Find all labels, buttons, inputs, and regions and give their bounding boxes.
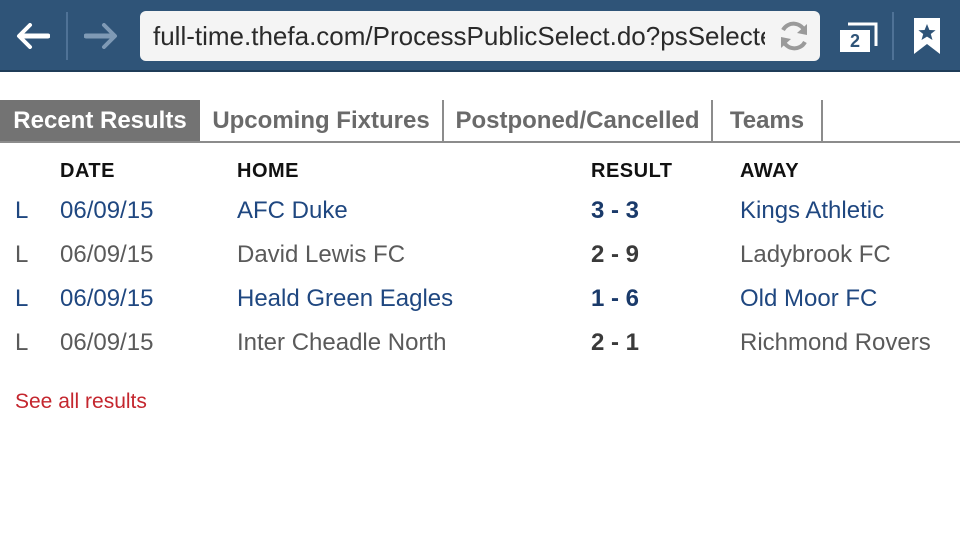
reload-button[interactable]	[776, 18, 812, 54]
url-bar[interactable]: full-time.thefa.com/ProcessPublicSelect.…	[140, 11, 820, 61]
tab-teams[interactable]: Teams	[713, 100, 821, 141]
toolbar-divider	[892, 12, 894, 60]
see-all-results-link[interactable]: See all results	[15, 390, 147, 414]
tab-divider	[821, 100, 823, 141]
bookmark-star-icon	[914, 18, 940, 54]
column-header-home: HOME	[237, 160, 299, 182]
match-date[interactable]: 06/09/15	[60, 191, 153, 231]
forward-arrow-icon	[84, 23, 117, 49]
home-team-link[interactable]: AFC Duke	[237, 191, 348, 231]
home-team-name: David Lewis FC	[237, 241, 406, 268]
result-flag: L	[15, 241, 29, 268]
browser-toolbar: full-time.thefa.com/ProcessPublicSelect.…	[0, 0, 960, 72]
match-score[interactable]: 1 - 6	[591, 279, 639, 319]
reload-icon	[781, 21, 807, 51]
tab-count-badge: 2	[840, 30, 870, 52]
column-header-away: AWAY	[740, 160, 800, 182]
result-flag: L	[15, 285, 29, 312]
match-date: 06/09/15	[60, 241, 154, 268]
column-header-result: RESULT	[591, 160, 673, 182]
bookmark-button[interactable]	[910, 16, 944, 56]
table-row[interactable]: L 06/09/15 Heald Green Eagles 1 - 6 Old …	[0, 279, 960, 319]
away-team-link[interactable]: Kings Athletic	[740, 191, 884, 231]
back-button[interactable]	[0, 0, 66, 72]
results-tab-bar: Recent Results Upcoming Fixtures Postpon…	[0, 100, 960, 143]
table-row[interactable]: L 06/09/15 AFC Duke 3 - 3 Kings Athletic	[0, 191, 960, 231]
home-team-link[interactable]: Heald Green Eagles	[237, 279, 453, 319]
away-team-name: Richmond Rovers	[740, 329, 931, 356]
forward-button[interactable]	[68, 0, 134, 72]
table-row: L 06/09/15 Inter Cheadle North 2 - 1 Ric…	[0, 323, 960, 363]
results-table-header: DATE HOME RESULT AWAY	[0, 160, 960, 188]
match-date: 06/09/15	[60, 329, 154, 356]
tabs-button[interactable]: 2	[836, 16, 880, 56]
tab-recent-results[interactable]: Recent Results	[0, 100, 200, 141]
tab-upcoming-fixtures[interactable]: Upcoming Fixtures	[200, 100, 442, 141]
result-flag: L	[15, 329, 29, 356]
result-flag: L	[15, 197, 29, 224]
away-team-link[interactable]: Old Moor FC	[740, 279, 877, 319]
match-score: 2 - 9	[591, 241, 640, 268]
away-team-name: Ladybrook FC	[740, 241, 891, 268]
match-score[interactable]: 3 - 3	[591, 191, 639, 231]
back-arrow-icon	[17, 23, 50, 49]
url-text[interactable]: full-time.thefa.com/ProcessPublicSelect.…	[153, 11, 765, 61]
table-row: L 06/09/15 David Lewis FC 2 - 9 Ladybroo…	[0, 235, 960, 275]
match-score: 2 - 1	[591, 329, 640, 356]
tab-postponed-cancelled[interactable]: Postponed/Cancelled	[444, 100, 711, 141]
home-team-name: Inter Cheadle North	[237, 329, 447, 356]
column-header-date: DATE	[60, 160, 115, 182]
match-date[interactable]: 06/09/15	[60, 279, 153, 319]
